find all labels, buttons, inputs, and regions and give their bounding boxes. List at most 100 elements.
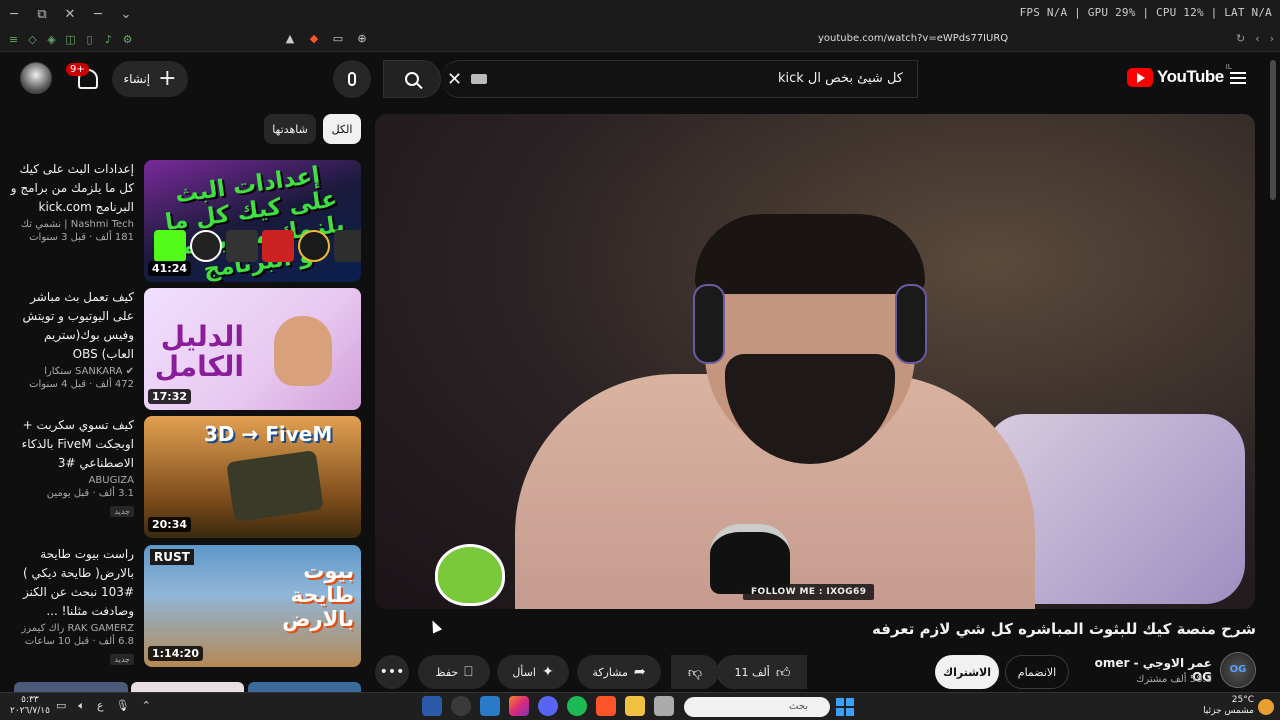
chip-all[interactable]: الكل: [323, 114, 361, 144]
minimize-icon[interactable]: ─: [0, 7, 28, 22]
more-icon: •••: [379, 664, 405, 680]
reload-icon[interactable]: ↻: [1236, 32, 1245, 45]
like-count: 11 ألف: [734, 665, 770, 679]
settings-icon[interactable]: ⚙: [120, 32, 135, 47]
video-thumbnail[interactable]: 3D → FiveM 20:34: [144, 416, 361, 538]
xbox-app-icon[interactable]: [451, 696, 471, 716]
thumbnail-person: [274, 316, 332, 386]
voice-search-button[interactable]: [333, 60, 371, 98]
bookmark-icon: ⎕: [464, 664, 473, 680]
video-title[interactable]: كيف تسوي سكربت + اوبجكت FiveM بالذكاء ال…: [8, 416, 134, 473]
list-item[interactable]: RUST بيوت طايحة بالارض 1:14:20 راست بيوت…: [0, 545, 362, 669]
list-item[interactable]: إعدادات البث على كيك كل ما يلزمك من برام…: [0, 160, 362, 284]
list-item[interactable]: 3D → FiveM 20:34 كيف تسوي سكربت + اوبجكت…: [0, 416, 362, 540]
verified-icon: ✔: [122, 366, 134, 377]
brave-icon[interactable]: [596, 696, 616, 716]
shield-icon[interactable]: ◇: [25, 32, 40, 47]
channel-name[interactable]: Nashmi Tech | نشمي تك: [8, 219, 134, 230]
page-scrollbar[interactable]: [1270, 60, 1276, 200]
guide-menu-icon[interactable]: [1230, 72, 1246, 84]
restore-icon[interactable]: ⧉: [28, 7, 56, 22]
channel-label: SANKARA سنكارا: [44, 366, 123, 377]
close-icon[interactable]: ✕: [56, 7, 84, 22]
minimize-window-icon[interactable]: ─: [84, 7, 112, 22]
video-title[interactable]: كيف تعمل بث مباشر على اليوتيوب و تويتش و…: [8, 288, 134, 364]
security-app-icon[interactable]: [422, 696, 442, 716]
account-avatar[interactable]: [20, 62, 52, 94]
join-button[interactable]: الانضمام: [1005, 655, 1069, 689]
partial-thumbnail[interactable]: [131, 682, 244, 692]
save-button[interactable]: حفظ ⎕: [418, 655, 490, 689]
back-icon[interactable]: ‹: [1255, 32, 1259, 45]
video-player[interactable]: FOLLOW ME : IXOG69: [375, 114, 1255, 609]
microphone-icon: [348, 72, 356, 86]
taskbar: ٥:٣٣ ٢٠٢٦/٧/١٥ ▭ 🔈︎ ع 🎙︎ ⌃ بحث 25°C مشمس…: [0, 692, 1280, 720]
forward-icon[interactable]: ›: [1270, 32, 1274, 45]
channel-name[interactable]: ✔ SANKARA سنكارا: [8, 366, 134, 377]
create-button[interactable]: إنشاء +: [112, 61, 188, 97]
video-meta: راست بيوت طايحة بالارض( طايحة ديكي ) #10…: [8, 545, 134, 666]
menu-icon[interactable]: ≡: [6, 32, 21, 47]
warning-icon[interactable]: ▲: [282, 31, 298, 47]
like-button[interactable]: 11 ألف 👍︎: [717, 655, 807, 689]
channel-name[interactable]: RAK GAMERZ راك كيمرز: [8, 623, 134, 634]
search-button[interactable]: [383, 60, 441, 98]
video-meta: إعدادات البث على كيك كل ما يلزمك من برام…: [8, 160, 134, 243]
bookmark-icon[interactable]: ◫: [63, 32, 78, 47]
browser-nav-icons: ↻ ‹ ›: [1236, 32, 1274, 45]
zoom-icon[interactable]: ⊕: [354, 31, 370, 47]
sparkle-icon: ✦: [541, 664, 554, 680]
address-bar[interactable]: youtube.com/watch?v=eWPds77IURQ: [818, 33, 1008, 44]
share-icon: ➦: [633, 664, 646, 680]
subscribe-button[interactable]: الاشتراك: [935, 655, 999, 689]
tray-expand-icon[interactable]: ⌃: [142, 699, 151, 713]
video-thumbnail[interactable]: إعدادات البث على كيك كل ما يلزمك من برام…: [144, 160, 361, 282]
volume-icon[interactable]: 🔈︎: [78, 699, 85, 713]
discord-icon[interactable]: [538, 696, 558, 716]
share-button[interactable]: مشاركة ➦: [577, 655, 661, 689]
taskbar-clock[interactable]: ٥:٣٣ ٢٠٢٦/٧/١٥: [10, 695, 50, 717]
clear-search-icon[interactable]: ✕: [447, 69, 462, 90]
partial-thumbnail[interactable]: [14, 682, 128, 692]
music-icon[interactable]: ♪: [101, 32, 116, 47]
chevron-down-icon[interactable]: ⌄: [112, 7, 140, 22]
microphone-tray-icon[interactable]: 🎙︎: [116, 699, 130, 713]
chip-watched[interactable]: شاهدتها: [264, 114, 316, 144]
app-icon[interactable]: [480, 696, 500, 716]
thumbnail-tag: RUST: [150, 549, 194, 565]
partial-thumbnail[interactable]: [248, 682, 361, 692]
search-icon: [405, 72, 419, 86]
youtube-play-icon: [1127, 67, 1153, 87]
sidebar-icon[interactable]: ▯: [82, 32, 97, 47]
taskbar-search[interactable]: بحث: [684, 697, 830, 717]
video-title[interactable]: إعدادات البث على كيك كل ما يلزمك من برام…: [8, 160, 134, 217]
desktop-icon[interactable]: [654, 696, 674, 716]
windows-start-icon[interactable]: [836, 698, 854, 716]
channel-name[interactable]: ABUGIZA: [8, 475, 134, 486]
channel-avatar[interactable]: OG: [1220, 652, 1256, 688]
battery-icon[interactable]: ▭: [56, 699, 66, 713]
keyboard-icon[interactable]: [471, 74, 487, 84]
weather-condition: مشمس جزئيا: [1203, 706, 1254, 716]
notifications-button[interactable]: 9+: [66, 63, 100, 90]
app-icon: [226, 230, 258, 262]
extension-icon[interactable]: ◈: [44, 32, 59, 47]
thumbs-up-icon: 👍︎: [775, 664, 791, 681]
list-item[interactable]: الدليل الكامل 17:32 كيف تعمل بث مباشر عل…: [0, 288, 362, 412]
ask-button[interactable]: اسأل ✦: [497, 655, 569, 689]
video-meta: كيف تعمل بث مباشر على اليوتيوب و تويتش و…: [8, 288, 134, 390]
file-explorer-icon[interactable]: [625, 696, 645, 716]
dislike-button[interactable]: 👎︎: [671, 655, 719, 689]
youtube-logo[interactable]: YouTube IL: [1127, 63, 1232, 87]
video-title[interactable]: راست بيوت طايحة بالارض( طايحة ديكي ) #10…: [8, 545, 134, 621]
instagram-icon[interactable]: [509, 696, 529, 716]
cast-icon[interactable]: ▭: [330, 31, 346, 47]
brave-shield-icon[interactable]: ◆: [306, 31, 322, 47]
video-thumbnail[interactable]: الدليل الكامل 17:32: [144, 288, 361, 410]
spotify-icon[interactable]: [567, 696, 587, 716]
search-input[interactable]: ✕ كل شيئ بخص ال kick: [441, 60, 918, 98]
video-thumbnail[interactable]: RUST بيوت طايحة بالارض 1:14:20: [144, 545, 361, 667]
weather-widget[interactable]: 25°C مشمس جزئيا: [1203, 695, 1254, 717]
more-actions-button[interactable]: •••: [375, 655, 409, 689]
language-indicator[interactable]: ع: [97, 699, 104, 713]
